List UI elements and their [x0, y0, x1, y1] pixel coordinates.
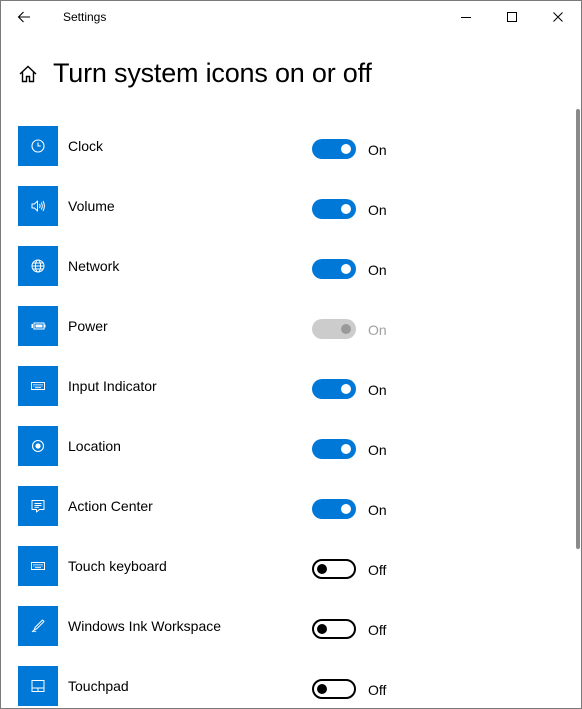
touch-keyboard-tile [18, 546, 58, 586]
list-item-touchpad: Touchpad Off [1, 653, 571, 708]
toggle-knob [317, 564, 327, 574]
minimize-button[interactable] [443, 1, 489, 33]
location-tile [18, 426, 58, 466]
location-toggle[interactable] [312, 439, 356, 459]
list-item-touch-keyboard: Touch keyboard Off [1, 533, 571, 593]
item-label: Touch keyboard [68, 558, 167, 574]
clock-tile [18, 126, 58, 166]
maximize-icon [507, 12, 517, 22]
power-toggle [312, 319, 356, 339]
state-text: On [368, 502, 387, 518]
state-text: On [368, 322, 387, 338]
maximize-button[interactable] [489, 1, 535, 33]
state-text: On [368, 142, 387, 158]
toggle-knob [341, 144, 351, 154]
minimize-icon [461, 17, 471, 18]
state-text: Off [368, 622, 387, 638]
toggle-knob [341, 444, 351, 454]
volume-toggle[interactable] [312, 199, 356, 219]
list-item-location: Location On [1, 413, 571, 473]
clock-icon [31, 139, 45, 153]
touch-keyboard-toggle[interactable] [312, 559, 356, 579]
action-center-tile [18, 486, 58, 526]
network-tile [18, 246, 58, 286]
state-text: Off [368, 682, 387, 698]
windows-ink-toggle[interactable] [312, 619, 356, 639]
toggle-knob [341, 324, 351, 334]
globe-icon [31, 259, 45, 273]
pen-icon [31, 619, 45, 633]
scrollbar[interactable] [576, 109, 580, 549]
keyboard-icon [31, 562, 45, 570]
item-label: Input Indicator [68, 378, 157, 394]
state-text: On [368, 442, 387, 458]
home-icon[interactable] [18, 64, 38, 84]
toggle-knob [341, 264, 351, 274]
settings-window: Settings Turn system icons on or off Clo… [0, 0, 582, 709]
action-center-toggle[interactable] [312, 499, 356, 519]
item-label: Volume [68, 198, 115, 214]
list-item-clock: Clock On [1, 113, 571, 173]
toggle-knob [317, 684, 327, 694]
clock-toggle[interactable] [312, 139, 356, 159]
list-item-volume: Volume On [1, 173, 571, 233]
input-indicator-tile [18, 366, 58, 406]
item-label: Power [68, 318, 108, 334]
back-arrow-icon [17, 11, 30, 23]
state-text: On [368, 382, 387, 398]
item-label: Windows Ink Workspace [68, 618, 222, 634]
close-button[interactable] [535, 1, 581, 33]
power-tile [18, 306, 58, 346]
item-label: Action Center [68, 498, 153, 514]
item-label: Clock [68, 138, 104, 154]
item-label: Location [68, 438, 121, 454]
touchpad-icon [31, 680, 45, 692]
item-label: Touchpad [68, 678, 129, 694]
volume-icon [31, 200, 45, 212]
list-item-action-center: Action Center On [1, 473, 571, 533]
touchpad-tile [18, 666, 58, 706]
toggle-knob [341, 204, 351, 214]
state-text: On [368, 262, 387, 278]
action-center-icon [31, 500, 45, 513]
item-label: Network [68, 258, 120, 274]
windows-ink-tile [18, 606, 58, 646]
close-icon [553, 12, 563, 22]
list-item-input-indicator: Input Indicator On [1, 353, 571, 413]
state-text: Off [368, 562, 387, 578]
page-title: Turn system icons on or off [53, 58, 372, 88]
back-button[interactable] [1, 1, 47, 33]
battery-icon [31, 322, 46, 330]
volume-tile [18, 186, 58, 226]
list-item-network: Network On [1, 233, 571, 293]
window-title: Settings [63, 10, 107, 24]
location-icon [31, 439, 45, 453]
page-header: Turn system icons on or off [1, 49, 571, 99]
state-text: On [368, 202, 387, 218]
input-indicator-toggle[interactable] [312, 379, 356, 399]
toggle-knob [341, 504, 351, 514]
list-item-power: Power On [1, 293, 571, 353]
keyboard-icon [31, 382, 45, 390]
list-item-windows-ink-workspace: Windows Ink Workspace Off [1, 593, 571, 653]
toggle-knob [341, 384, 351, 394]
touchpad-toggle[interactable] [312, 679, 356, 699]
network-toggle[interactable] [312, 259, 356, 279]
title-bar: Settings [1, 1, 581, 33]
toggle-knob [317, 624, 327, 634]
